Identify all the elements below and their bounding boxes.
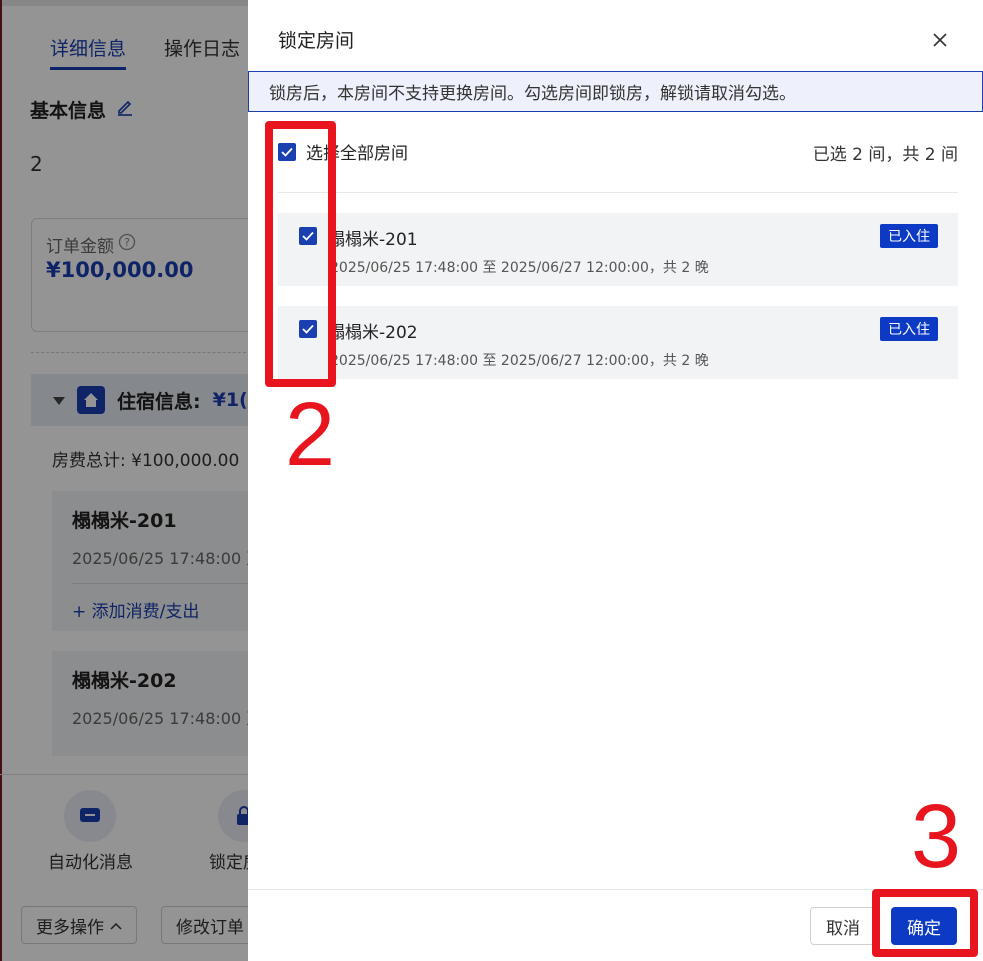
checked-in-badge: 已入住 <box>880 317 938 341</box>
annotation-box-step-2 <box>265 121 336 387</box>
close-icon[interactable] <box>928 28 952 52</box>
room-date-range: 2025/06/25 17:48:00 至 2025/06/27 12:00:0… <box>330 260 709 276</box>
room-name: 榻榻米-202 <box>328 323 418 343</box>
room-date-range: 2025/06/25 17:48:00 至 2025/06/27 12:00:0… <box>330 353 709 369</box>
annotation-number-2: 2 <box>285 385 336 485</box>
lock-room-drawer: 锁定房间 锁房后，本房间不支持更换房间。勾选房间即锁房，解锁请取消勾选。 选择全… <box>248 0 983 961</box>
cancel-button[interactable]: 取消 <box>810 907 876 945</box>
room-row-202[interactable]: 榻榻米-202 2025/06/25 17:48:00 至 2025/06/27… <box>278 306 958 379</box>
divider <box>278 192 958 193</box>
annotation-number-3: 3 <box>911 787 962 887</box>
room-row-201[interactable]: 榻榻米-201 2025/06/25 17:48:00 至 2025/06/27… <box>278 213 958 286</box>
lock-notice: 锁房后，本房间不支持更换房间。勾选房间即锁房，解锁请取消勾选。 <box>248 71 983 112</box>
annotation-box-step-3 <box>872 889 978 957</box>
selection-count: 已选 2 间，共 2 间 <box>812 145 958 165</box>
checked-in-badge: 已入住 <box>880 224 938 248</box>
drawer-title: 锁定房间 <box>278 30 355 52</box>
room-name: 榻榻米-201 <box>328 230 418 250</box>
